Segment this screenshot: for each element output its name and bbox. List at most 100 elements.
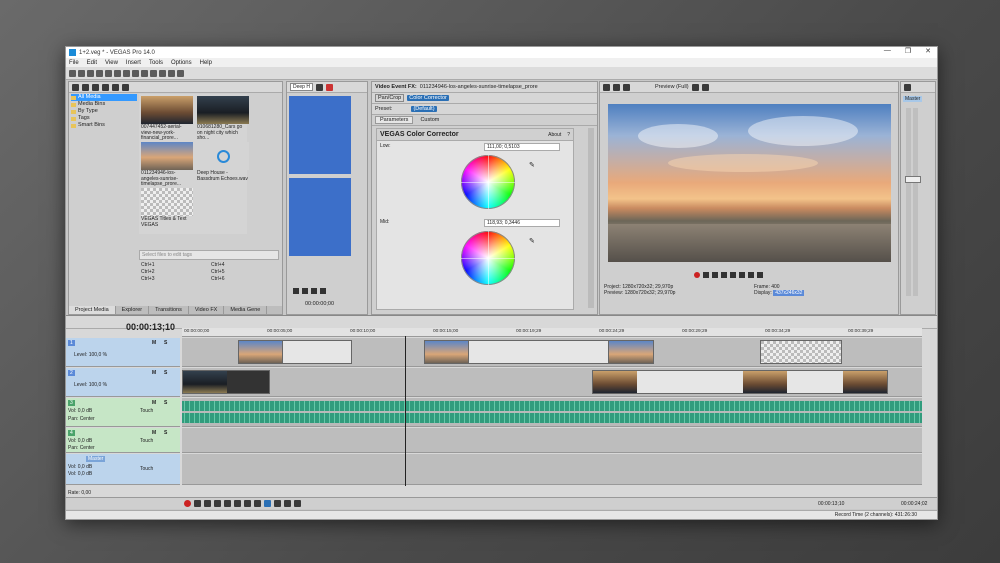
stop-icon[interactable]: [320, 288, 326, 294]
media-item[interactable]: Deep House - Bassdrum Echoes.wav: [197, 142, 249, 182]
tab-custom[interactable]: Custom: [416, 117, 443, 123]
chain-color-corrector[interactable]: Color Corrector: [407, 95, 449, 101]
copy-icon[interactable]: [123, 69, 130, 77]
mute-button[interactable]: M: [152, 340, 156, 346]
paste-icon[interactable]: [132, 69, 139, 77]
import-icon[interactable]: [72, 83, 79, 91]
master-settings-icon[interactable]: [904, 83, 911, 91]
mid-eyedropper-icon[interactable]: ✎: [529, 237, 535, 245]
record-icon[interactable]: [184, 500, 191, 507]
about-button[interactable]: About: [548, 132, 561, 138]
trimmer-close-icon[interactable]: [325, 83, 333, 91]
preview-settings-icon[interactable]: [603, 83, 610, 91]
title-event[interactable]: [760, 340, 842, 364]
media-item[interactable]: 011234946-los-angeles-sunrise-timelapse_…: [141, 142, 193, 188]
low-color-wheel[interactable]: [461, 155, 515, 209]
search-icon[interactable]: [122, 83, 129, 91]
tab-explorer[interactable]: Explorer: [116, 306, 150, 314]
menu-insert[interactable]: Insert: [126, 60, 141, 66]
fx-icon[interactable]: [623, 83, 630, 91]
tab-video-fx[interactable]: Video FX: [189, 306, 225, 314]
record-icon[interactable]: [694, 272, 700, 278]
tree-all-media[interactable]: All Media: [71, 94, 137, 101]
play-icon[interactable]: [721, 272, 727, 278]
low-value[interactable]: 111,00; 0,5103: [484, 143, 560, 151]
timeline-ruler[interactable]: 00:00:00;00 00:00:05;00 00:00:10;00 00:0…: [182, 328, 922, 337]
track-header-2[interactable]: 2 Level: 100,0 % M S: [66, 368, 180, 397]
save-icon[interactable]: [87, 69, 94, 77]
mid-value[interactable]: 118,93; 0,3446: [484, 219, 560, 227]
video-event[interactable]: [282, 340, 352, 364]
tree-tags[interactable]: Tags: [71, 115, 137, 122]
tree-smart-bins[interactable]: Smart Bins: [71, 122, 137, 129]
video-event[interactable]: [468, 340, 610, 364]
mid-color-wheel[interactable]: [461, 231, 515, 285]
snapping-icon[interactable]: [284, 500, 291, 507]
help-button[interactable]: ?: [567, 132, 570, 138]
previous-frame-icon[interactable]: [748, 272, 754, 278]
pause-icon[interactable]: [730, 272, 736, 278]
preview-quality-select[interactable]: Preview (Full): [655, 84, 689, 90]
tag-field[interactable]: Select files to edit tags: [139, 250, 279, 260]
maximize-icon[interactable]: ❐: [905, 47, 911, 55]
mute-button[interactable]: M: [152, 370, 156, 376]
solo-button[interactable]: S: [164, 340, 167, 346]
trimmer-clip-select[interactable]: Deep H: [290, 83, 313, 91]
track-lane-2[interactable]: [182, 368, 922, 397]
video-event[interactable]: [608, 340, 654, 364]
normal-edit-tool-icon[interactable]: [264, 500, 271, 507]
play-from-start-icon[interactable]: [204, 500, 211, 507]
solo-button[interactable]: S: [164, 370, 167, 376]
tab-transitions[interactable]: Transitions: [149, 306, 189, 314]
chain-pan-crop[interactable]: Pan/Crop: [375, 94, 405, 102]
solo-button[interactable]: S: [164, 400, 167, 406]
video-event[interactable]: [182, 370, 270, 394]
minimize-icon[interactable]: —: [884, 47, 891, 55]
next-frame-icon[interactable]: [757, 272, 763, 278]
preset-select[interactable]: (Default): [411, 106, 437, 112]
media-item[interactable]: 010681280_Cars go on night city which sh…: [197, 96, 249, 142]
media-item[interactable]: VEGAS Titles & Text VEGAS: [141, 188, 193, 228]
properties-icon[interactable]: [105, 69, 112, 77]
tab-parameters[interactable]: Parameters: [375, 116, 414, 124]
go-to-end-icon[interactable]: [254, 500, 261, 507]
pause-icon[interactable]: [224, 500, 231, 507]
solo-button[interactable]: S: [164, 430, 167, 436]
mute-button[interactable]: M: [152, 400, 156, 406]
track-header-1[interactable]: 1 Level: 100,0 % M S: [66, 338, 180, 367]
fx-scrollbar[interactable]: [588, 128, 594, 308]
auto-ripple-icon[interactable]: [294, 500, 301, 507]
trimmer-view-icon[interactable]: [315, 83, 323, 91]
copy-snapshot-icon[interactable]: [701, 83, 709, 91]
pause-icon[interactable]: [311, 288, 317, 294]
properties-icon[interactable]: [102, 83, 109, 91]
audio-event-left[interactable]: [182, 401, 922, 411]
audio-event-right[interactable]: [182, 413, 922, 423]
menu-edit[interactable]: Edit: [87, 60, 97, 66]
track-header-master[interactable]: Master Vol: 0,0 dB Vol: 0,0 dB Touch: [66, 454, 180, 485]
close-icon[interactable]: ✕: [925, 47, 931, 55]
track-header-3[interactable]: 3 Vol: 0,0 dB Pan: Center Touch M S: [66, 398, 180, 427]
tab-media-generators[interactable]: Media Gene: [224, 306, 268, 314]
loop-icon[interactable]: [703, 272, 709, 278]
external-monitor-icon[interactable]: [613, 83, 620, 91]
stop-icon[interactable]: [234, 500, 241, 507]
playhead[interactable]: [405, 336, 406, 486]
vegas-icon[interactable]: [168, 69, 175, 77]
track-lane-1[interactable]: [182, 338, 922, 367]
envelope-tool-icon[interactable]: [274, 500, 281, 507]
media-item[interactable]: 007447452-aerial-view-new-york-financial…: [141, 96, 193, 142]
low-eyedropper-icon[interactable]: ✎: [529, 161, 535, 169]
menu-help[interactable]: Help: [200, 60, 212, 66]
stop-icon[interactable]: [739, 272, 745, 278]
track-lane-3[interactable]: [182, 398, 922, 427]
tab-project-media[interactable]: Project Media: [69, 306, 116, 314]
menu-view[interactable]: View: [105, 60, 118, 66]
menu-tools[interactable]: Tools: [149, 60, 163, 66]
loop-icon[interactable]: [293, 288, 299, 294]
play-from-start-icon[interactable]: [712, 272, 718, 278]
remove-icon[interactable]: [92, 83, 99, 91]
redo-icon[interactable]: [159, 69, 166, 77]
open-icon[interactable]: [78, 69, 85, 77]
undo-icon[interactable]: [150, 69, 157, 77]
